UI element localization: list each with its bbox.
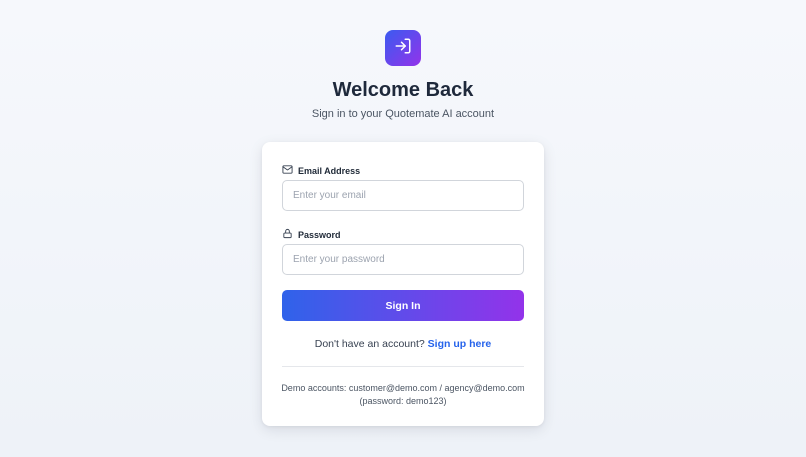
signup-row: Don't have an account? Sign up here [262,338,544,350]
lock-icon [282,228,298,241]
divider [282,366,524,367]
sign-in-button[interactable]: Sign In [282,290,524,321]
password-label-text: Password [298,229,341,240]
page-title: Welcome Back [332,79,474,101]
page-subtitle: Sign in to your Quotemate AI account [311,108,495,120]
logo [385,30,421,66]
email-label: Email Address [282,164,360,177]
demo-password-line: (password: demo123) [359,396,447,406]
demo-accounts-line: Demo accounts: customer@demo.com / agenc… [281,383,525,393]
login-card: Email Address Password Sign In Don't hav… [262,142,544,426]
email-field[interactable] [282,180,524,211]
signup-prompt: Don't have an account? [314,338,425,350]
password-label: Password [282,228,341,241]
demo-accounts-note: Demo accounts: customer@demo.com / agenc… [262,382,544,408]
password-field[interactable] [282,244,524,275]
mail-icon [282,164,298,177]
sign-in-icon [394,37,412,60]
email-label-text: Email Address [298,165,361,176]
sign-up-link[interactable]: Sign up here [428,338,492,350]
login-page: Welcome Back Sign in to your Quotemate A… [0,0,806,457]
